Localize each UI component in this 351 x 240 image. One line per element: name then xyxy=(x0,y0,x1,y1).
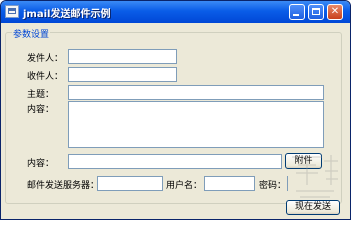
groupbox-title: 参数设置 xyxy=(12,27,51,40)
recipient-input[interactable] xyxy=(68,67,177,82)
maximize-button[interactable] xyxy=(308,4,324,20)
username-label: 用户名： xyxy=(166,181,203,191)
recipient-label: 收件人： xyxy=(27,72,64,82)
password-label: 密码： xyxy=(259,181,287,191)
app-icon xyxy=(5,5,19,18)
content-textarea[interactable] xyxy=(68,101,324,148)
window-title: jmail发送邮件示例 xyxy=(23,9,111,20)
main-window: jmail发送邮件示例 ✕ 参数设置 发件人： 收件人： 主题： 内容： 内容：… xyxy=(0,0,351,220)
smtp-server-input[interactable] xyxy=(97,176,163,191)
attachment-label: 内容： xyxy=(27,159,55,169)
sender-label: 发件人： xyxy=(27,54,64,64)
title-bar[interactable]: jmail发送邮件示例 ✕ xyxy=(1,1,350,23)
content-label: 内容： xyxy=(27,105,55,115)
smtp-server-label: 邮件发送服务器： xyxy=(27,181,100,191)
username-input[interactable] xyxy=(204,176,255,191)
subject-input[interactable] xyxy=(68,85,324,100)
watermark-logo-icon xyxy=(292,155,338,204)
sender-input[interactable] xyxy=(68,49,177,64)
close-button[interactable]: ✕ xyxy=(327,4,343,20)
minimize-button[interactable] xyxy=(289,4,305,20)
subject-label: 主题： xyxy=(27,90,55,100)
attachment-path-input[interactable] xyxy=(68,154,282,169)
